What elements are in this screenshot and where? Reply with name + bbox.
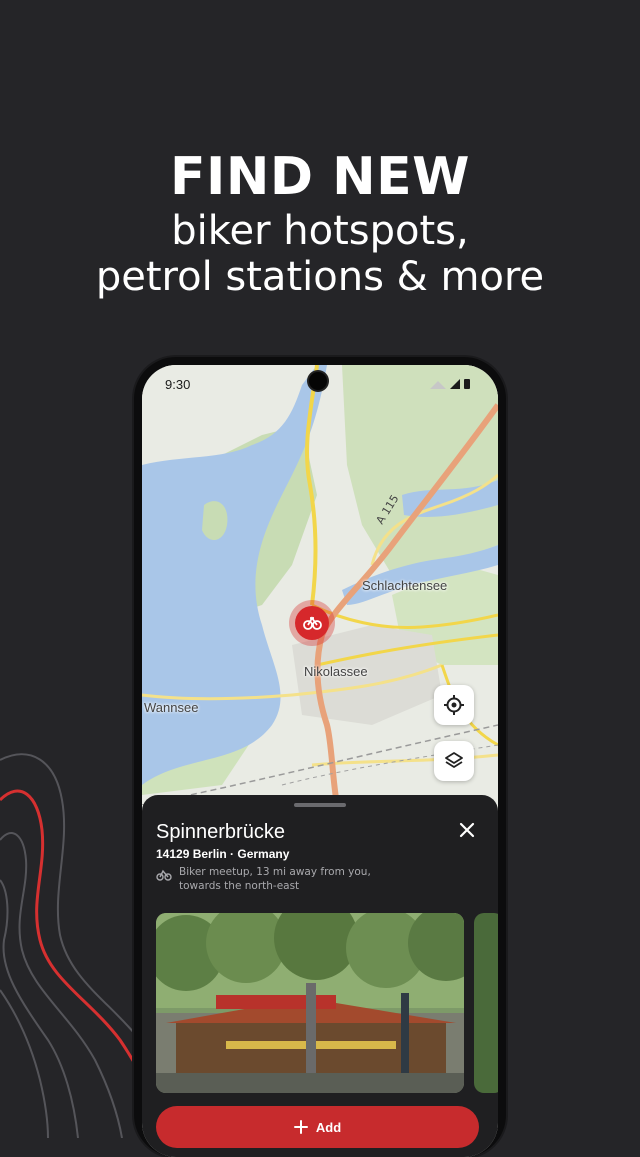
plus-icon [293,1120,308,1134]
phone-frame: A 115 Schlachtensee Nikolassee Wannsee 9… [134,357,506,1157]
headline-line-1: biker hotspots, [171,208,469,254]
layers-icon [445,752,463,768]
place-photo[interactable] [156,913,464,1093]
close-icon [459,822,475,838]
layers-button[interactable] [434,741,474,781]
close-button[interactable] [456,819,478,841]
biker-pin-marker[interactable] [289,600,335,646]
status-bar: 9:30 [142,365,498,399]
status-icons [430,379,470,389]
place-photo-next[interactable] [474,913,498,1093]
place-title: Spinnerbrücke [156,821,285,843]
add-button-label: Add [315,1119,342,1135]
map-label-schlachtensee: Schlachtensee [362,578,448,593]
place-details-sheet: Spinnerbrücke 14129 Berlin · Germany Bik… [142,795,498,1157]
map-label-nikolassee: Nikolassee [304,664,368,679]
place-description: Biker meetup, 13 mi away from you, towar… [179,866,371,892]
biker-icon [156,869,172,881]
battery-icon [464,379,470,389]
status-time: 9:30 [165,377,191,392]
biker-pin-icon [295,606,329,640]
phone-screen: A 115 Schlachtensee Nikolassee Wannsee 9… [142,365,498,1157]
crosshair-icon [444,695,464,715]
sheet-drag-handle[interactable] [294,803,346,807]
headline-line-2: petrol stations & more [95,254,545,300]
locate-button[interactable] [434,685,474,725]
wifi-icon [430,381,446,389]
place-address: 14129 Berlin · Germany [156,847,290,861]
signal-icon [450,379,460,389]
headline: FIND NEW biker hotspots, petrol stations… [0,146,640,300]
add-button[interactable]: Add [156,1106,479,1148]
camera-cutout [309,372,327,390]
headline-title: FIND NEW [169,147,471,207]
map-label-wannsee: Wannsee [144,700,199,715]
